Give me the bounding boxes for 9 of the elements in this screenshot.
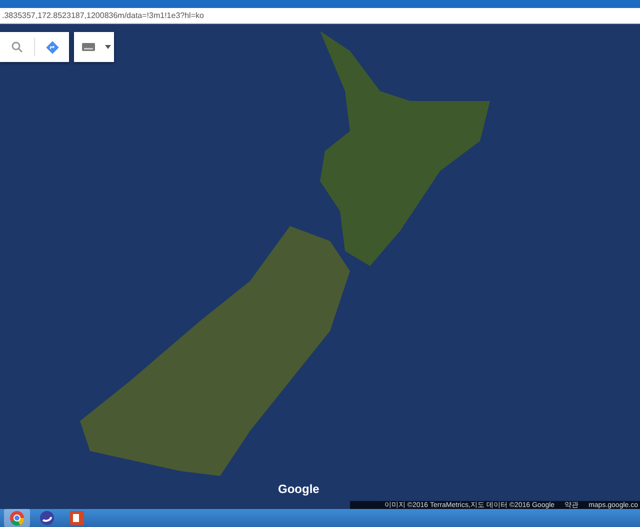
sphere-icon xyxy=(39,510,55,526)
search-icon xyxy=(11,41,23,53)
caret-icon xyxy=(105,45,111,49)
url-text[interactable]: .3835357,172.8523187,1200836m/data=!3m1!1e3?hl=ko xyxy=(2,11,204,20)
taskbar-app[interactable] xyxy=(4,509,30,527)
keyboard-icon xyxy=(82,43,94,51)
slides-icon xyxy=(69,510,85,526)
map-logo: Google xyxy=(278,482,320,496)
browser-icon xyxy=(9,510,25,526)
